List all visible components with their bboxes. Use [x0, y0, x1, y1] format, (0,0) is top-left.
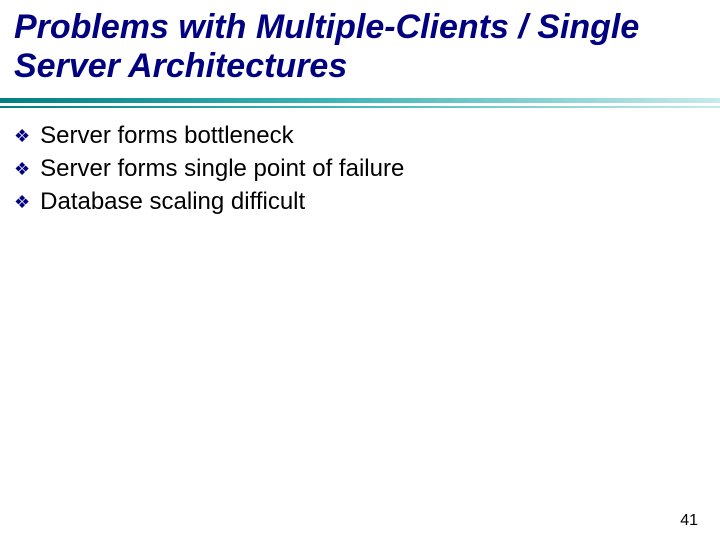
- bullet-text: Server forms bottleneck: [40, 120, 293, 151]
- bullet-icon: ❖: [14, 191, 30, 214]
- list-item: ❖ Server forms bottleneck: [14, 120, 706, 151]
- slide-body: ❖ Server forms bottleneck ❖ Server forms…: [14, 120, 706, 220]
- slide: Problems with Multiple-Clients / Single …: [0, 0, 720, 540]
- page-number: 41: [680, 512, 698, 530]
- bullet-icon: ❖: [14, 158, 30, 181]
- bullet-text: Server forms single point of failure: [40, 153, 404, 184]
- bullet-icon: ❖: [14, 125, 30, 148]
- list-item: ❖ Server forms single point of failure: [14, 153, 706, 184]
- list-item: ❖ Database scaling difficult: [14, 186, 706, 217]
- bullet-text: Database scaling difficult: [40, 186, 305, 217]
- title-divider: [0, 98, 720, 108]
- slide-title: Problems with Multiple-Clients / Single …: [14, 8, 706, 86]
